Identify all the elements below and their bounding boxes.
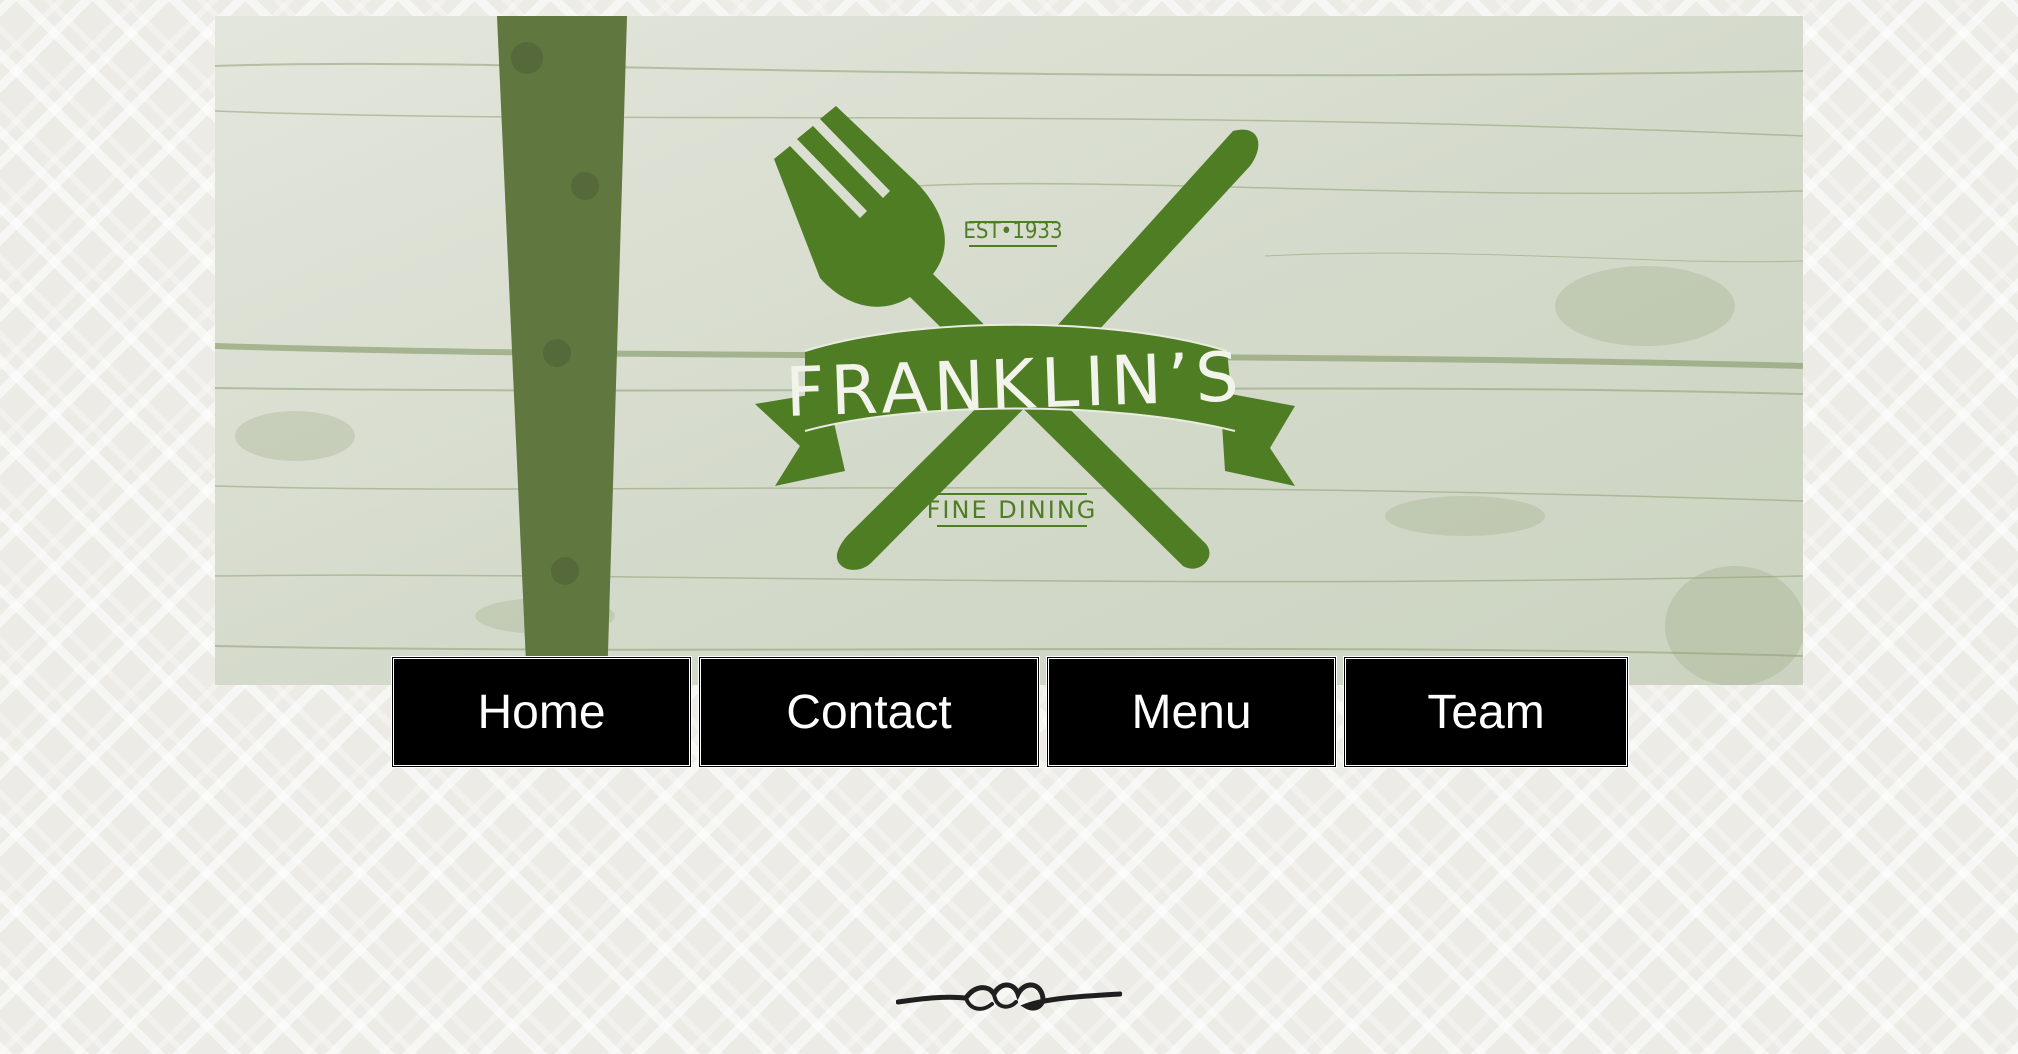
- nav-home-button[interactable]: Home: [391, 656, 692, 768]
- nav-contact-button[interactable]: Contact: [698, 656, 1040, 768]
- nav-team-button[interactable]: Team: [1343, 656, 1629, 768]
- logo-name-text: FRANKLIN’S: [784, 338, 1246, 433]
- hero-banner: EST•1933 FRANKLIN’S FINE DINING: [215, 16, 1803, 685]
- main-nav: Home Contact Menu Team: [391, 656, 1629, 768]
- logo-tagline-text: FINE DINING: [927, 496, 1098, 524]
- flourish-divider-icon: [895, 976, 1123, 1022]
- nav-menu-button[interactable]: Menu: [1046, 656, 1337, 768]
